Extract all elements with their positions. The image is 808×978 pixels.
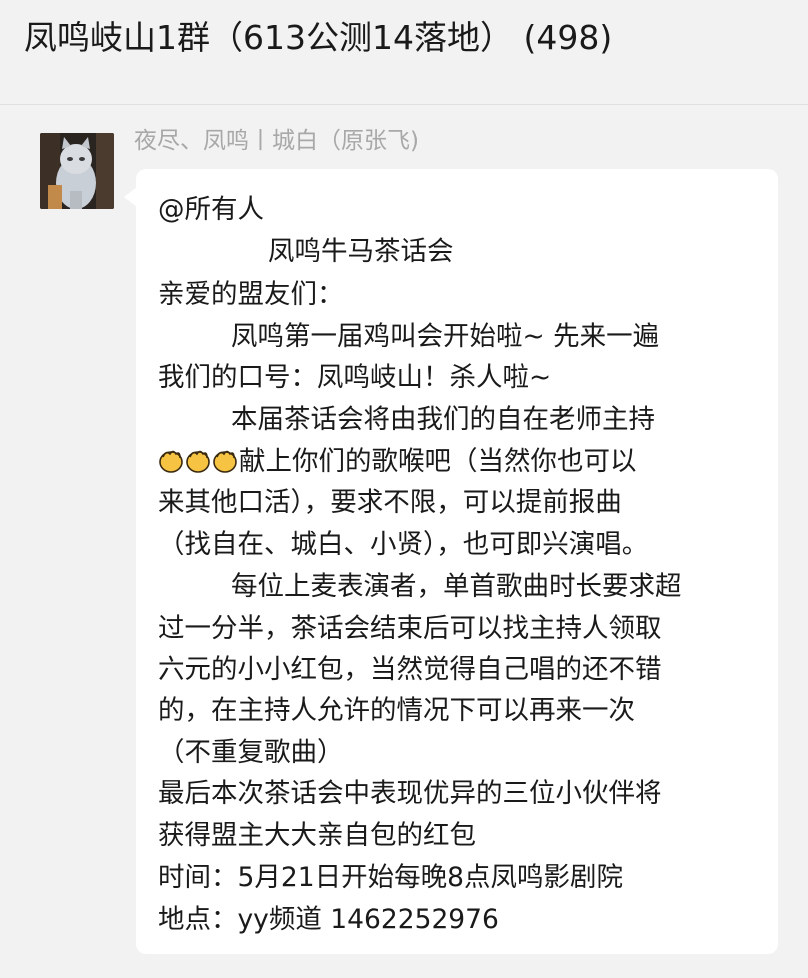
clapping-hands-icon <box>186 450 210 473</box>
message-line: （找自在、城白、小贤），也可即兴演唱。 <box>158 529 649 560</box>
message-line-event-title: 凤鸣牛马茶话会 <box>268 236 454 267</box>
message-line: （不重复歌曲） <box>158 737 344 768</box>
message-line-greeting: 亲爱的盟友们： <box>158 279 344 310</box>
message-line: 我们的口号：凤鸣岐山！杀人啦~ <box>158 362 552 393</box>
message-line-time: 时间：5月21日开始每晚8点凤鸣影剧院 <box>158 862 623 893</box>
message-line: 本届茶话会将由我们的自在老师主持 <box>231 404 655 435</box>
message-line: 来其他口活），要求不限，可以提前报曲 <box>158 487 622 518</box>
message-line: 的，在主持人允许的情况下可以再来一次 <box>158 695 635 726</box>
message-line-with-emoji: 献上你们的歌喉吧（当然你也可以 <box>158 444 637 480</box>
message-line-text: 献上你们的歌喉吧（当然你也可以 <box>239 446 637 477</box>
clapping-hands-icon <box>159 450 183 473</box>
clapping-hands-icon <box>213 450 237 473</box>
message-line: 凤鸣第一届鸡叫会开始啦~ 先来一遍 <box>231 321 660 352</box>
sender-avatar[interactable] <box>40 133 114 209</box>
chat-header: 凤鸣岐山1群（613公测14落地） (498) <box>0 0 808 105</box>
message-line: 六元的小小红包，当然觉得自己唱的还不错 <box>158 654 662 685</box>
message-line-location: 地点：yy频道 1462252976 <box>158 904 499 935</box>
message-line: 过一分半，茶话会结束后可以找主持人领取 <box>158 613 662 644</box>
message-line: 每位上麦表演者，单首歌曲时长要求超 <box>231 571 682 602</box>
sender-name[interactable]: 夜尽、凤鸣丨城白（原张飞) <box>134 125 419 157</box>
group-title: 凤鸣岐山1群（613公测14落地） (498) <box>24 18 613 57</box>
message-line: 获得盟主大大亲自包的红包 <box>158 820 476 851</box>
message-line-mention: @所有人 <box>158 194 264 225</box>
message-line: 最后本次茶话会中表现优异的三位小伙伴将 <box>158 778 662 809</box>
cat-avatar-icon <box>40 133 114 209</box>
